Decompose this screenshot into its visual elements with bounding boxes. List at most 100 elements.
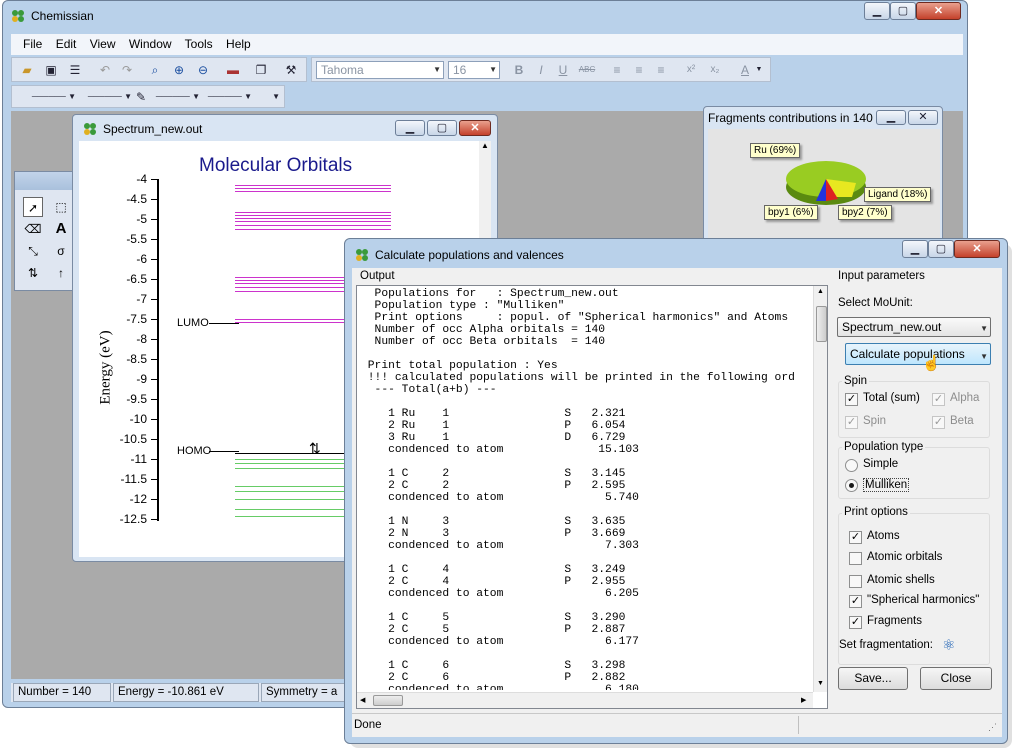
y-tick-label: -11 <box>130 452 147 466</box>
menu-window[interactable]: Window <box>129 37 172 51</box>
minimize-button[interactable]: ▁ <box>864 2 890 20</box>
strikethrough-button[interactable]: ABC <box>576 61 598 79</box>
font-name-select[interactable]: Tahoma ▼ <box>316 61 444 79</box>
bold-button[interactable]: B <box>510 61 528 79</box>
orbital-level <box>235 221 391 222</box>
updown-arrows-icon[interactable]: ⇅ <box>23 263 43 283</box>
action-select[interactable]: Calculate populations ▼ <box>845 343 991 365</box>
orbital-level <box>235 218 391 219</box>
align-right-icon[interactable]: ≡ <box>652 61 670 79</box>
eraser-icon[interactable]: ⌫ <box>23 219 43 239</box>
menu-file[interactable]: File <box>23 37 42 51</box>
text-tool-icon[interactable]: A <box>51 219 71 239</box>
menu-view[interactable]: View <box>90 37 116 51</box>
pop-mulliken-radio[interactable] <box>845 479 858 492</box>
spectrum-minimize-button[interactable]: ▁ <box>395 120 425 136</box>
save-icon[interactable]: ▣ <box>42 61 60 79</box>
zoom-out-icon[interactable]: ⊖ <box>194 61 212 79</box>
redo-icon[interactable]: ↷ <box>118 61 136 79</box>
dialog-close-x-button[interactable]: ✕ <box>954 240 1000 258</box>
orbital-level <box>235 215 391 216</box>
pop-simple-radio[interactable] <box>845 459 858 472</box>
spin-alpha-checkbox[interactable]: ✓ <box>932 393 945 406</box>
resize-grip-icon[interactable]: ⋰ <box>988 722 997 733</box>
italic-button[interactable]: I <box>532 61 550 79</box>
line-style-select[interactable]: ────── ▼ <box>18 88 76 106</box>
opt-fragments-label: Fragments <box>867 615 922 627</box>
pen-icon[interactable]: ✎ <box>132 88 150 106</box>
extra-style-select[interactable]: ▼ <box>256 88 280 106</box>
zoom-in-icon[interactable]: ⊕ <box>170 61 188 79</box>
save-button[interactable]: Save... <box>838 667 908 690</box>
hscroll-left-icon[interactable]: ◀ <box>360 696 365 704</box>
zoom-fit-icon[interactable]: ⌕ <box>146 61 164 79</box>
vscroll-down-icon[interactable]: ▼ <box>817 680 824 687</box>
output-vscroll[interactable]: ▲ ▼ <box>813 286 827 692</box>
opt-atomic-orbitals-checkbox[interactable] <box>849 552 862 565</box>
color-icon[interactable]: ▬ <box>224 61 242 79</box>
hscroll-right-icon[interactable]: ▶ <box>801 696 806 704</box>
mounit-select[interactable]: Spectrum_new.out ▼ <box>837 317 991 337</box>
dialog-maximize-button[interactable]: ▢ <box>928 240 954 258</box>
spin-total-checkbox[interactable]: ✓ <box>845 393 858 406</box>
line-width-select[interactable]: ────── ▼ <box>82 88 132 106</box>
spin-spin-checkbox[interactable]: ✓ <box>845 416 858 429</box>
levels-icon[interactable]: ☰ <box>66 61 84 79</box>
spin-total-label: Total (sum) <box>863 392 920 404</box>
population-type-group <box>838 447 990 499</box>
spectrum-close-button[interactable]: ✕ <box>459 120 491 136</box>
output-line: Number of occ Alpha orbitals = 140 <box>361 324 606 336</box>
font-color-dropdown[interactable]: ▼ <box>754 61 764 79</box>
orbital-level <box>235 185 391 186</box>
y-tick-label: -5.5 <box>126 232 147 246</box>
copy-icon[interactable]: ❐ <box>252 61 270 79</box>
output-line: 1 N 3 S 3.635 <box>361 516 626 528</box>
open-icon[interactable]: ▰ <box>18 61 36 79</box>
menu-help[interactable]: Help <box>226 37 251 51</box>
orbital-level <box>235 225 391 226</box>
fragments-minimize-button[interactable]: ▁ <box>876 110 906 125</box>
opt-spherical-checkbox[interactable]: ✓ <box>849 595 862 608</box>
y-tick-mark <box>151 199 157 200</box>
connector-icon[interactable]: ⤡ <box>23 241 43 261</box>
select-rect-icon[interactable]: ⬚ <box>51 197 71 217</box>
spectrum-maximize-button[interactable]: ▢ <box>427 120 457 136</box>
subscript-button[interactable]: x₂ <box>706 61 724 79</box>
output-box: Populations for : Spectrum_new.out Popul… <box>356 285 828 709</box>
tools-icon[interactable]: ⚒ <box>282 61 300 79</box>
line-color-select[interactable]: ────── ▼ <box>150 88 200 106</box>
opt-fragments-checkbox[interactable]: ✓ <box>849 616 862 629</box>
close-button[interactable]: Close <box>920 667 992 690</box>
maximize-button[interactable]: ▢ <box>890 2 916 20</box>
font-color-button[interactable]: A <box>736 61 754 79</box>
dialog-minimize-button[interactable]: ▁ <box>902 240 928 258</box>
fragments-close-button[interactable]: ✕ <box>908 110 938 125</box>
output-line: condenced to atom 6.180 <box>361 684 639 690</box>
align-left-icon[interactable]: ≡ <box>608 61 626 79</box>
output-hscroll[interactable]: ◀ ▶ <box>357 692 813 708</box>
up-arrow-icon[interactable]: ↑ <box>51 263 71 283</box>
undo-icon[interactable]: ↶ <box>96 61 114 79</box>
select-arrow-icon[interactable]: ➚ <box>23 197 43 217</box>
vscroll-thumb[interactable] <box>816 306 827 342</box>
orbital-level <box>235 463 345 464</box>
align-center-icon[interactable]: ≡ <box>630 61 648 79</box>
sigma-icon[interactable]: σ <box>51 241 71 261</box>
arrow-style-select[interactable]: ────── ▼ <box>202 88 252 106</box>
spin-label: Spin <box>842 375 870 387</box>
menu-edit[interactable]: Edit <box>56 37 77 51</box>
menu-tools[interactable]: Tools <box>185 37 213 51</box>
spin-beta-checkbox[interactable]: ✓ <box>932 416 945 429</box>
close-button[interactable]: ✕ <box>916 2 961 20</box>
opt-atomic-shells-checkbox[interactable] <box>849 575 862 588</box>
fragmentation-icon[interactable]: ⚛ <box>942 636 955 654</box>
underline-button[interactable]: U <box>554 61 572 79</box>
vscroll-up-icon[interactable]: ▲ <box>817 288 824 295</box>
font-size-select[interactable]: 16 ▼ <box>448 61 500 79</box>
hscroll-thumb[interactable] <box>373 695 403 706</box>
opt-atoms-checkbox[interactable]: ✓ <box>849 531 862 544</box>
y-tick-mark <box>151 219 157 220</box>
dialog-status-text: Done <box>354 719 382 731</box>
superscript-button[interactable]: x² <box>682 61 700 79</box>
